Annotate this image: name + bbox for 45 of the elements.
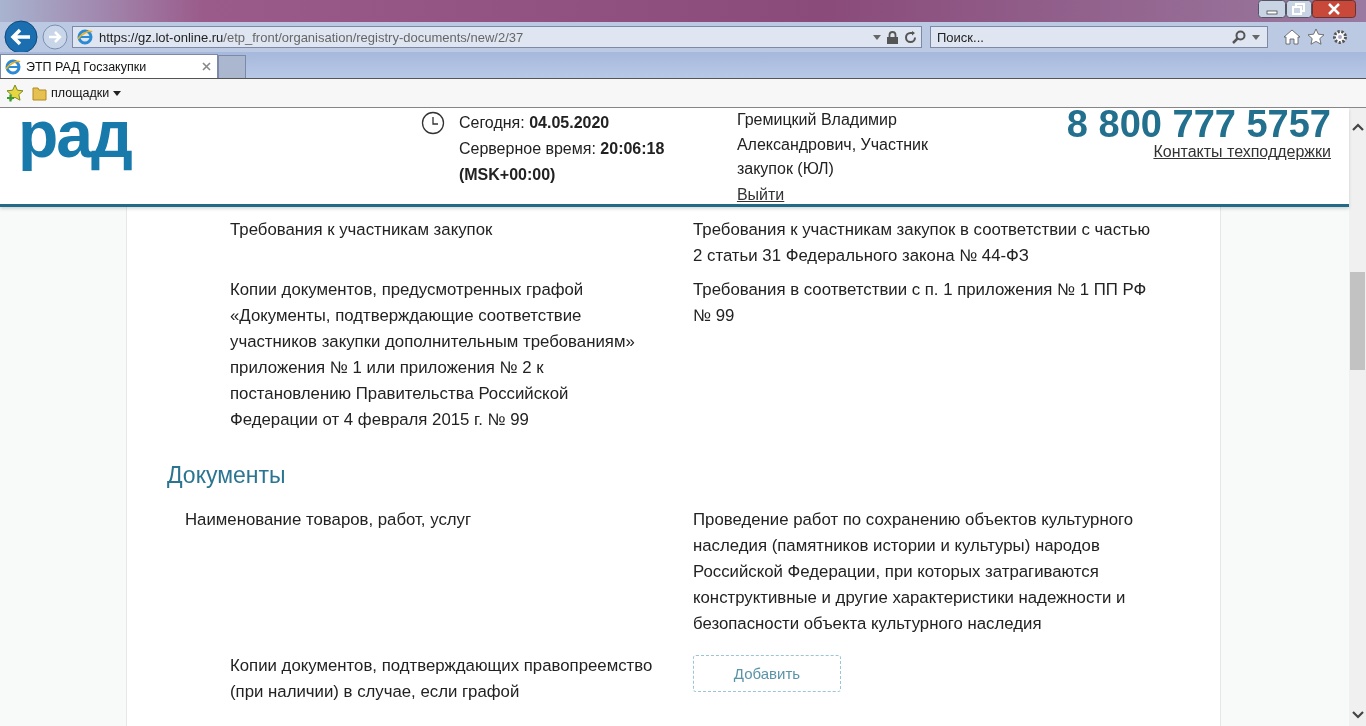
close-icon[interactable] xyxy=(202,62,211,71)
support-link[interactable]: Контакты техподдержки xyxy=(1153,143,1331,161)
scrollbar-thumb[interactable] xyxy=(1350,272,1365,370)
lock-icon xyxy=(887,30,898,44)
url-text: https://gz.lot-online.ru/etp_front/organisation/registry-documents/new/2/37 xyxy=(99,29,524,45)
close-button[interactable] xyxy=(1312,0,1356,18)
minimize-button[interactable] xyxy=(1258,0,1286,18)
search-field[interactable]: Поиск... xyxy=(930,26,1268,48)
timezone: (MSK+00:00) xyxy=(458,165,557,185)
field-label: Требования к участникам закупок xyxy=(229,219,494,241)
logo[interactable]: рад xyxy=(18,108,133,172)
scroll-up-icon[interactable] xyxy=(1350,122,1365,132)
field-value: Проведение работ по сохранению объектов культурного наследия (памятников истории и культуры) народов Российской Федерации, при которых затрагиваются конструктивные и другие характеристики надежности и безопасности объекта культурного наследия xyxy=(693,509,1135,635)
search-icon[interactable] xyxy=(1232,30,1246,44)
server-time: Серверное время: 20:06:18 xyxy=(458,139,666,159)
logout-link[interactable]: Выйти xyxy=(736,181,785,204)
user-name: Гремицкий Владимир Александрович, Участник закупок (ЮЛ) xyxy=(736,110,930,179)
field-label: Копии документов, подтверждающих правопреемство (при наличии) в случае, если графой xyxy=(229,655,654,703)
field-label: Наименование товаров, работ, услуг xyxy=(184,509,473,531)
favorites-star-icon[interactable] xyxy=(6,84,24,102)
forward-button[interactable] xyxy=(42,24,68,50)
browser-tab[interactable]: ЭТП РАД Госзакупки xyxy=(0,54,218,78)
folder-icon xyxy=(32,85,47,101)
today-date: Сегодня: 04.05.2020 xyxy=(458,113,611,133)
field-label: Копии документов, предусмотренных графой «Документы, подтверждающие соответствие участников закупки дополнительным требованиям» приложения № 1 или приложения № 2 к постановлению Правительства Российской Федерации от 4 февраля 2015 г. № 99 xyxy=(229,279,636,431)
field-value: Требования к участникам закупок в соответствии с частью 2 статьи 31 Федерального закона № 44-ФЗ xyxy=(693,219,1152,267)
dropdown-caret-icon[interactable] xyxy=(1252,34,1260,40)
star-icon[interactable] xyxy=(1308,29,1324,45)
address-bar[interactable]: https://gz.lot-online.ru/etp_front/organisation/registry-documents/new/2/37 xyxy=(72,26,922,48)
scrollbar[interactable] xyxy=(1349,108,1366,726)
favorites-folder[interactable]: площадки xyxy=(32,85,122,101)
back-button[interactable] xyxy=(4,20,38,54)
scroll-down-icon[interactable] xyxy=(1350,710,1365,720)
home-icon[interactable] xyxy=(1284,29,1300,45)
clock-icon xyxy=(420,111,445,135)
settings-icon[interactable] xyxy=(1332,29,1348,45)
dropdown-caret-icon[interactable] xyxy=(873,34,881,40)
refresh-icon[interactable] xyxy=(904,30,917,44)
phone-number: 8 800 777 5757 xyxy=(1066,108,1331,142)
add-button[interactable]: Добавить xyxy=(693,655,841,692)
field-value: Требования в соответствии с п. 1 приложения № 1 ПП РФ № 99 xyxy=(693,279,1148,327)
caret-icon xyxy=(113,90,122,96)
section-title: Документы xyxy=(167,461,287,489)
restore-button[interactable] xyxy=(1286,0,1312,18)
tab-title: ЭТП РАД Госзакупки xyxy=(26,59,148,74)
